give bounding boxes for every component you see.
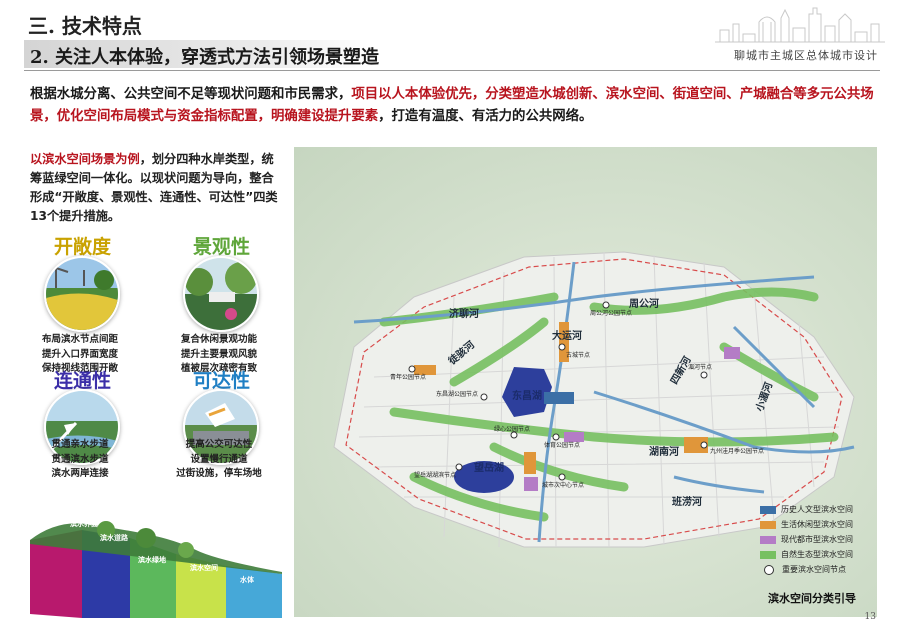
- section-label: 水体: [240, 575, 255, 584]
- landscape-photo: [183, 256, 259, 332]
- section-label: 滨水道路: [100, 533, 129, 542]
- legend-swatch: [760, 535, 776, 544]
- river-label: 济聊河: [449, 307, 479, 320]
- measure-item: 过街设施，停车场地: [176, 468, 262, 479]
- legend-swatch: [760, 520, 776, 529]
- node-label: 望岳湖湖滨节点: [414, 471, 456, 479]
- node-label: 青年公园节点: [390, 373, 426, 381]
- measure-item: 贯通亲水步道: [51, 439, 109, 450]
- page-subtitle: 2. 关注人本体验，穿透式方法引领场景塑造: [30, 47, 380, 68]
- waterfront-cross-section: 滨水界面 滨水道路 滨水绿地 滨水空间 水体: [30, 519, 282, 618]
- section-layer-water: [226, 566, 282, 618]
- measure-item: 提高公交可达性: [185, 439, 253, 450]
- section-label: 滨水界面: [70, 519, 98, 528]
- river-label: 大运河: [552, 329, 582, 342]
- river-label: 周公河: [629, 298, 659, 310]
- category-title-openness: 开敞度: [54, 236, 112, 258]
- category-title-landscape: 景观性: [193, 236, 251, 258]
- measure-item: 滨水两岸连接: [51, 468, 109, 479]
- node-label: 九州洼月季公园节点: [710, 447, 764, 455]
- legend-item: 历史人文型滨水空间: [760, 502, 878, 517]
- header-divider: [24, 70, 880, 71]
- node-label: 东昌湖公园节点: [436, 390, 478, 398]
- map-caption: 滨水空间分类引导: [768, 592, 856, 605]
- node-label: 周公河公园节点: [590, 309, 632, 317]
- page-number: 13: [864, 612, 876, 622]
- river-label: 班涝河: [672, 495, 702, 508]
- skyline-icon: [715, 7, 885, 43]
- legend-item: 生活休闲型滨水空间: [760, 517, 878, 532]
- measure-item: 提升入口界面宽度: [41, 348, 118, 360]
- node-label: 湄河节点: [688, 363, 712, 371]
- intro-text-1: 根据水城分离、公共空间不足等现状问题和市民需求，: [30, 87, 352, 102]
- measure-item: 设置慢行通道: [190, 453, 248, 465]
- measure-item: 提升主要景观风貌: [180, 348, 257, 360]
- node-label: 绿心公园节点: [494, 425, 530, 433]
- node-label: 古城节点: [566, 351, 590, 359]
- legend-item: 现代都市型滨水空间: [760, 532, 878, 547]
- legend-item: 自然生态型滨水空间: [760, 547, 878, 562]
- description-highlight: 以滨水空间场景为例: [30, 152, 140, 166]
- legend-item: 重要滨水空间节点: [760, 562, 878, 577]
- measure-item: 复合休闲景观功能: [180, 334, 257, 345]
- project-name: 聊城市主城区总体城市设计: [734, 49, 878, 62]
- legend-swatch: [760, 505, 776, 514]
- lake-label: 望岳湖: [474, 461, 504, 474]
- node-marker-icon: [764, 564, 774, 575]
- section-label: 滨水空间: [190, 563, 218, 572]
- node-label: 体育公园节点: [544, 441, 580, 449]
- measure-item: 贯通滨水步道: [51, 453, 109, 465]
- waterfront-description: 以滨水空间场景为例，划分四种水岸类型，统筹蓝绿空间一体化。以现状问题为导向，整合…: [30, 150, 285, 226]
- lake-label: 东昌湖: [512, 389, 542, 402]
- legend-swatch: [760, 550, 776, 559]
- map-legend: 历史人文型滨水空间 生活休闲型滨水空间 现代都市型滨水空间 自然生态型滨水空间 …: [760, 502, 878, 577]
- intro-text-3: ，打造有温度、有活力的公共网络。: [378, 109, 593, 124]
- river-label: 湖南河: [649, 445, 679, 458]
- accessibility-measures: 提高公交可达性 设置慢行通道 过街设施，停车场地: [164, 438, 274, 482]
- section-title: 三. 技术特点: [28, 14, 142, 38]
- section-label: 滨水绿地: [138, 555, 166, 564]
- openness-photo: [44, 256, 120, 332]
- node-label: 城市次中心节点: [542, 481, 584, 489]
- measure-item: 布局滨水节点间距: [41, 334, 118, 345]
- intro-paragraph: 根据水城分离、公共空间不足等现状问题和市民需求，项目以人本体验优先，分类塑造水城…: [30, 84, 878, 128]
- connectivity-measures: 贯通亲水步道 贯通滨水步道 滨水两岸连接: [25, 438, 135, 482]
